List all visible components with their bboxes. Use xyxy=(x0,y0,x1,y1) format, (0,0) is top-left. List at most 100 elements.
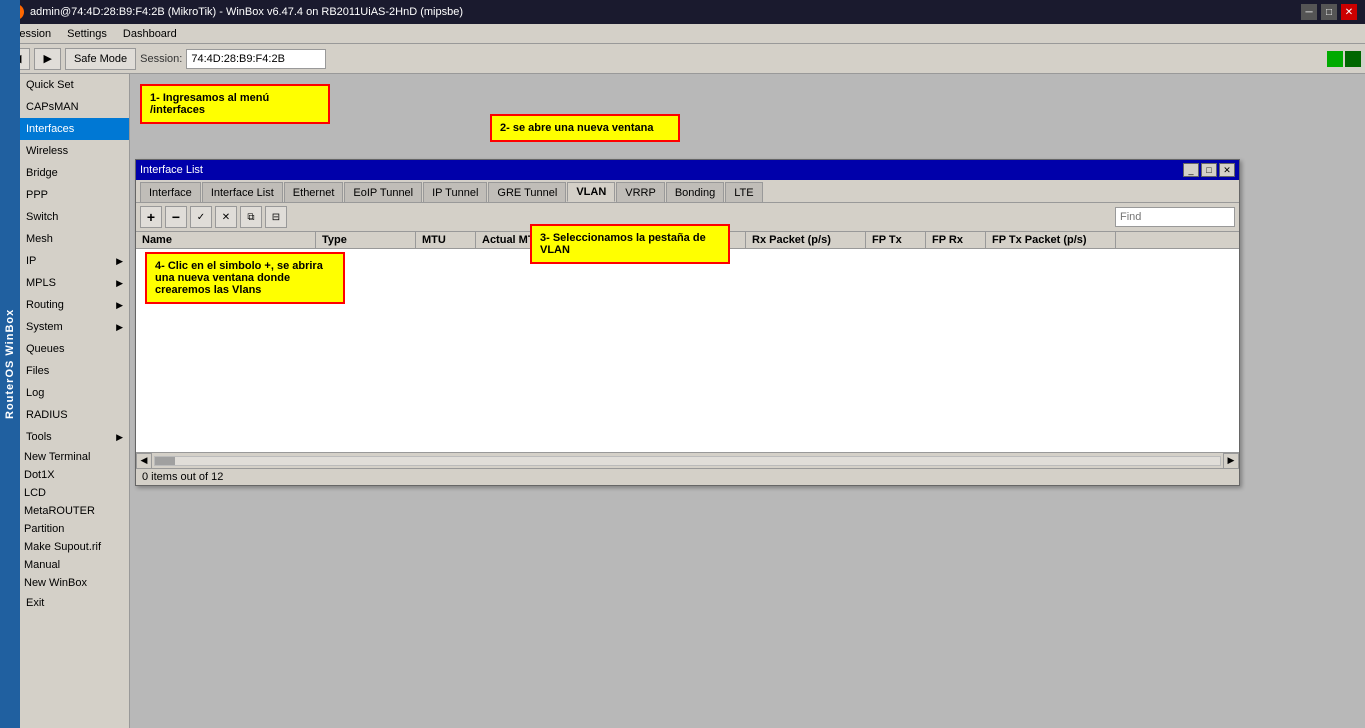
menu-bar: Session Settings Dashboard xyxy=(0,24,1365,44)
filter-button[interactable]: ⊟ xyxy=(265,206,287,228)
annotation-box-4: 4- Clic en el simbolo +, se abrira una n… xyxy=(145,252,345,304)
sidebar-label-metarouter: MetaROUTER xyxy=(24,505,123,517)
tab-ethernet[interactable]: Ethernet xyxy=(284,182,344,202)
tools-arrow-icon: ▶ xyxy=(116,432,123,443)
col-mtu[interactable]: MTU xyxy=(416,232,476,248)
annotation-box-3: 3- Seleccionamos la pestaña de VLAN xyxy=(530,224,730,264)
sidebar-label-ppp: PPP xyxy=(26,189,123,201)
tab-bonding[interactable]: Bonding xyxy=(666,182,724,202)
tab-interface-list[interactable]: Interface List xyxy=(202,182,283,202)
sidebar-label-radius: RADIUS xyxy=(26,409,123,421)
sidebar-label-interfaces: Interfaces xyxy=(26,123,123,135)
window-titlebar: Interface List _ □ ✕ xyxy=(136,160,1239,180)
tab-vlan[interactable]: VLAN xyxy=(567,182,615,202)
window-close-button[interactable]: ✕ xyxy=(1219,163,1235,177)
toolbar-indicators xyxy=(1327,51,1361,67)
tab-vrrp-label: VRRP xyxy=(625,187,656,199)
sidebar-label-capsman: CAPsMAN xyxy=(26,101,123,113)
window-maximize-button[interactable]: □ xyxy=(1201,163,1217,177)
sidebar-label-make-supout: Make Supout.rif xyxy=(24,541,123,553)
sidebar-label-ip: IP xyxy=(26,255,112,267)
col-name[interactable]: Name xyxy=(136,232,316,248)
annotation-text-2: 2- se abre una nueva ventana xyxy=(500,122,653,134)
sidebar-label-new-winbox: New WinBox xyxy=(24,577,123,589)
remove-button[interactable]: − xyxy=(165,206,187,228)
col-fp-tx[interactable]: FP Tx xyxy=(866,232,926,248)
tab-vrrp[interactable]: VRRP xyxy=(616,182,665,202)
scroll-thumb xyxy=(155,457,175,465)
close-button[interactable]: ✕ xyxy=(1341,4,1357,20)
col-rx-packet[interactable]: Rx Packet (p/s) xyxy=(746,232,866,248)
tab-ip-tunnel[interactable]: IP Tunnel xyxy=(423,182,487,202)
session-label: Session: xyxy=(140,53,182,65)
sidebar-label-log: Log xyxy=(26,387,123,399)
indicator-green xyxy=(1327,51,1343,67)
title-controls[interactable]: ─ □ ✕ xyxy=(1301,4,1357,20)
disable-button[interactable]: ✕ xyxy=(215,206,237,228)
window-title-text: Interface List xyxy=(140,164,203,176)
sidebar-label-manual: Manual xyxy=(24,559,123,571)
session-input[interactable] xyxy=(186,49,326,69)
title-bar-left: 🔶 admin@74:4D:28:B9:F4:2B (MikroTik) - W… xyxy=(8,4,463,20)
copy-button[interactable]: ⧉ xyxy=(240,206,262,228)
sidebar-label-dot1x: Dot1X xyxy=(24,469,123,481)
sidebar-label-new-terminal: New Terminal xyxy=(24,451,123,463)
tab-vlan-label: VLAN xyxy=(576,186,606,198)
col-fp-tx-packet[interactable]: FP Tx Packet (p/s) xyxy=(986,232,1116,248)
sidebar-label-lcd: LCD xyxy=(24,487,123,499)
safe-mode-button[interactable]: Safe Mode xyxy=(65,48,136,70)
toolbar: ◀ ▶ Safe Mode Session: xyxy=(0,44,1365,74)
sidebar-label-switch: Switch xyxy=(26,211,123,223)
tab-interface-list-label: Interface List xyxy=(211,187,274,199)
winbox-sidebar-label: RouterOS WinBox xyxy=(0,0,20,728)
search-input[interactable] xyxy=(1115,207,1235,227)
status-text: 0 items out of 12 xyxy=(142,471,223,483)
menu-settings[interactable]: Settings xyxy=(59,26,115,42)
tab-gre-tunnel[interactable]: GRE Tunnel xyxy=(488,182,566,202)
scroll-track[interactable] xyxy=(154,456,1221,466)
add-button[interactable]: + xyxy=(140,206,162,228)
col-fp-rx[interactable]: FP Rx xyxy=(926,232,986,248)
annotation-box-2: 2- se abre una nueva ventana xyxy=(490,114,680,142)
minimize-button[interactable]: ─ xyxy=(1301,4,1317,20)
annotation-text-1: 1- Ingresamos al menú /interfaces xyxy=(150,92,269,116)
sidebar-label-partition: Partition xyxy=(24,523,123,535)
sidebar-label-quick-set: Quick Set xyxy=(26,79,123,91)
mpls-arrow-icon: ▶ xyxy=(116,278,123,289)
status-bar: 0 items out of 12 xyxy=(136,468,1239,485)
forward-button[interactable]: ▶ xyxy=(34,48,60,70)
tab-ethernet-label: Ethernet xyxy=(293,187,335,199)
main-layout: RouterOS WinBox ⚡ Quick Set 📡 CAPsMAN ■ … xyxy=(0,74,1365,728)
tab-lte-label: LTE xyxy=(734,187,753,199)
annotation-box-1: 1- Ingresamos al menú /interfaces xyxy=(140,84,330,124)
routing-arrow-icon: ▶ xyxy=(116,300,123,311)
window-title: admin@74:4D:28:B9:F4:2B (MikroTik) - Win… xyxy=(30,6,463,18)
annotation-text-4: 4- Clic en el simbolo +, se abrira una n… xyxy=(155,260,323,296)
tab-lte[interactable]: LTE xyxy=(725,182,762,202)
title-bar: 🔶 admin@74:4D:28:B9:F4:2B (MikroTik) - W… xyxy=(0,0,1365,24)
system-arrow-icon: ▶ xyxy=(116,322,123,333)
tab-interface[interactable]: Interface xyxy=(140,182,201,202)
scroll-area: ◀ ▶ xyxy=(136,452,1239,468)
maximize-button[interactable]: □ xyxy=(1321,4,1337,20)
sidebar-label-tools: Tools xyxy=(26,431,112,443)
sidebar-label-bridge: Bridge xyxy=(26,167,123,179)
sidebar-label-exit: Exit xyxy=(26,597,123,609)
col-type[interactable]: Type xyxy=(316,232,416,248)
tab-eoip-tunnel-label: EoIP Tunnel xyxy=(353,187,413,199)
window-controls[interactable]: _ □ ✕ xyxy=(1183,163,1235,177)
scroll-left-button[interactable]: ◀ xyxy=(136,453,152,469)
tab-ip-tunnel-label: IP Tunnel xyxy=(432,187,478,199)
tab-eoip-tunnel[interactable]: EoIP Tunnel xyxy=(344,182,422,202)
sidebar-label-mesh: Mesh xyxy=(26,233,123,245)
tabs-bar: Interface Interface List Ethernet EoIP T… xyxy=(136,180,1239,203)
indicator-dark xyxy=(1345,51,1361,67)
sidebar-label-wireless: Wireless xyxy=(26,145,123,157)
sidebar-label-routing: Routing xyxy=(26,299,112,311)
menu-dashboard[interactable]: Dashboard xyxy=(115,26,185,42)
enable-button[interactable]: ✓ xyxy=(190,206,212,228)
scroll-right-button[interactable]: ▶ xyxy=(1223,453,1239,469)
tab-interface-label: Interface xyxy=(149,187,192,199)
sidebar-label-mpls: MPLS xyxy=(26,277,112,289)
window-minimize-button[interactable]: _ xyxy=(1183,163,1199,177)
